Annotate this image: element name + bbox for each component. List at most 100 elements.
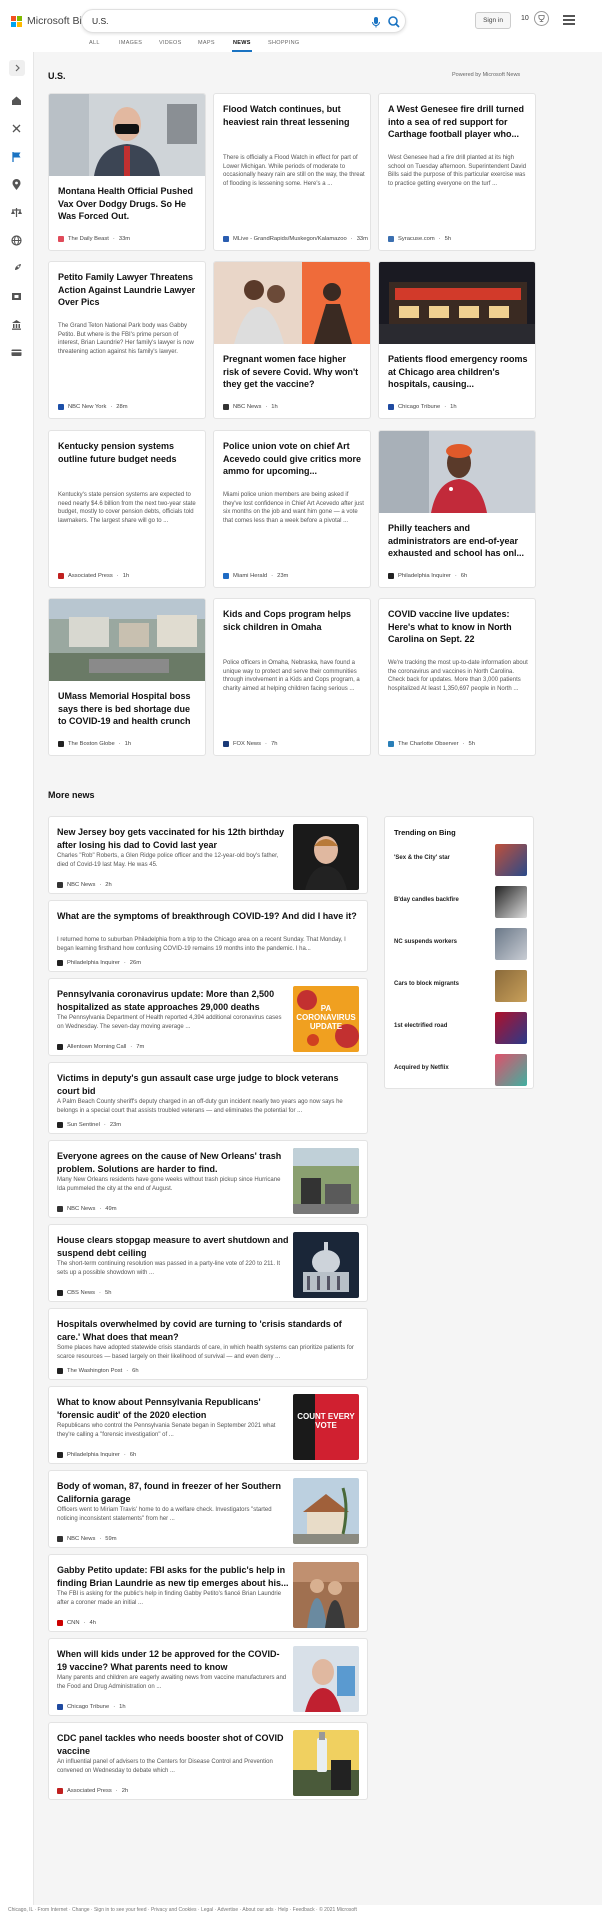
more-news-item[interactable]: What to know about Pennsylvania Republic… [48,1386,368,1464]
news-card-title[interactable]: Pregnant women face higher risk of sever… [223,353,363,391]
more-news-thumbnail[interactable] [293,1148,359,1214]
globe-icon[interactable] [10,234,23,247]
more-news-thumbnail[interactable] [293,1646,359,1712]
news-card[interactable]: Petito Family Lawyer Threatens Action Ag… [48,261,206,419]
news-card-title[interactable]: Kentucky pension systems outline future … [58,440,198,465]
more-news-source[interactable]: Associated Press · 2h [57,1788,128,1794]
more-news-title[interactable]: Gabby Petito update: FBI asks for the pu… [57,1564,289,1589]
scope-maps[interactable]: MAPS [198,40,215,46]
more-news-source[interactable]: NBC News · 49m [57,1206,117,1212]
trending-thumbnail[interactable] [495,970,527,1002]
flag-icon[interactable] [10,150,23,163]
news-card-image[interactable] [379,431,535,513]
more-news-source[interactable]: CNN · 4h [57,1620,96,1626]
news-card-source[interactable]: FOX News · 7h [223,741,277,747]
news-card-title[interactable]: Philly teachers and administrators are e… [388,522,528,560]
search-box[interactable]: U.S. [81,9,406,33]
search-input[interactable]: U.S. [92,16,109,26]
news-card-title[interactable]: COVID vaccine live updates: Here's what … [388,608,528,646]
more-news-source[interactable]: Philadelphia Inquirer · 6h [57,1452,136,1458]
more-news-source[interactable]: Chicago Tribune · 1h [57,1704,126,1710]
more-news-source[interactable]: Philadelphia Inquirer · 26m [57,960,141,966]
trending-label[interactable]: 1st electrified road [394,1023,447,1029]
news-card-source[interactable]: Syracuse.com · 5h [388,236,451,242]
more-news-title[interactable]: What to know about Pennsylvania Republic… [57,1396,289,1421]
more-news-title[interactable]: Hospitals overwhelmed by covid are turni… [57,1318,359,1343]
rocket-icon[interactable] [10,262,23,275]
more-news-source[interactable]: Allentown Morning Call · 7m [57,1044,144,1050]
trending-thumbnail[interactable] [495,928,527,960]
scope-images[interactable]: IMAGES [119,40,142,46]
more-news-item[interactable]: CDC panel tackles who needs booster shot… [48,1722,368,1800]
news-card-title[interactable]: Patients flood emergency rooms at Chicag… [388,353,528,391]
news-card-title[interactable]: Flood Watch continues, but heaviest rain… [223,103,363,128]
scope-all[interactable]: ALL [89,40,100,46]
more-news-item[interactable]: Everyone agrees on the cause of New Orle… [48,1140,368,1218]
more-news-item[interactable]: Gabby Petito update: FBI asks for the pu… [48,1554,368,1632]
news-card-image[interactable] [49,599,205,681]
more-news-thumbnail[interactable] [293,1730,359,1796]
news-card-source[interactable]: Philadelphia Inquirer · 6h [388,573,467,579]
trending-item[interactable]: 1st electrified road [385,1012,535,1045]
trending-label[interactable]: Acquired by Netflix [394,1065,449,1071]
trending-thumbnail[interactable] [495,1012,527,1044]
news-card[interactable]: Patients flood emergency rooms at Chicag… [378,261,536,419]
scope-news[interactable]: NEWS [233,40,251,46]
trending-item[interactable]: B'day candles backfire [385,886,535,919]
trending-item[interactable]: 'Sex & the City' star [385,844,535,877]
news-card-source[interactable]: The Charlotte Observer · 5h [388,741,475,747]
home-icon[interactable] [10,94,23,107]
news-card-title[interactable]: Kids and Cops program helps sick childre… [223,608,363,633]
news-card-source[interactable]: NBC New York · 28m [58,404,128,410]
news-card-title[interactable]: UMass Memorial Hospital boss says there … [58,690,198,728]
news-card-image[interactable] [214,262,370,344]
trending-label[interactable]: Cars to block migrants [394,981,459,987]
more-news-thumbnail[interactable]: COUNT EVERY VOTE [293,1394,359,1460]
bank-icon[interactable] [10,318,23,331]
more-news-thumbnail[interactable] [293,1232,359,1298]
news-card-title[interactable]: Police union vote on chief Art Acevedo c… [223,440,363,478]
news-card-source[interactable]: MLive - GrandRapids/Muskegon/Kalamazoo · 3… [223,236,368,242]
trending-label[interactable]: 'Sex & the City' star [394,855,450,861]
trending-thumbnail[interactable] [495,886,527,918]
news-card-image[interactable] [49,94,205,176]
news-card-source[interactable]: Chicago Tribune · 1h [388,404,457,410]
more-news-item[interactable]: When will kids under 12 be approved for … [48,1638,368,1716]
microphone-icon[interactable] [369,15,383,29]
news-card-source[interactable]: The Daily Beast · 33m [58,236,130,242]
more-news-title[interactable]: What are the symptoms of breakthrough CO… [57,910,359,923]
news-card[interactable]: Police union vote on chief Art Acevedo c… [213,430,371,588]
news-card-source[interactable]: Associated Press · 1h [58,573,129,579]
news-card-title[interactable]: Petito Family Lawyer Threatens Action Ag… [58,271,198,309]
news-card-title[interactable]: Montana Health Official Pushed Vax Over … [58,185,198,223]
news-card[interactable]: A West Genesee fire drill turned into a … [378,93,536,251]
news-card[interactable]: Kids and Cops program helps sick childre… [213,598,371,756]
scale-icon[interactable] [10,206,23,219]
more-news-title[interactable]: Body of woman, 87, found in freezer of h… [57,1480,289,1505]
card-icon[interactable] [10,346,23,359]
more-news-item[interactable]: House clears stopgap measure to avert sh… [48,1224,368,1302]
more-news-item[interactable]: Victims in deputy's gun assault case urg… [48,1062,368,1134]
more-news-title[interactable]: New Jersey boy gets vaccinated for his 1… [57,826,289,851]
news-card[interactable]: Philly teachers and administrators are e… [378,430,536,588]
more-news-source[interactable]: NBC News · 59m [57,1536,117,1542]
more-news-source[interactable]: Sun Sentinel · 23m [57,1122,121,1128]
news-card-image[interactable] [379,262,535,344]
news-card[interactable]: Flood Watch continues, but heaviest rain… [213,93,371,251]
more-news-thumbnail[interactable] [293,1478,359,1544]
more-news-source[interactable]: The Washington Post · 6h [57,1368,139,1374]
more-news-title[interactable]: Everyone agrees on the cause of New Orle… [57,1150,289,1175]
news-card[interactable]: Montana Health Official Pushed Vax Over … [48,93,206,251]
more-news-item[interactable]: New Jersey boy gets vaccinated for his 1… [48,816,368,894]
news-card-source[interactable]: NBC News · 1h [223,404,278,410]
news-card-source[interactable]: The Boston Globe · 1h [58,741,131,747]
rewards-trophy-icon[interactable] [534,11,549,26]
more-news-thumbnail[interactable] [293,1562,359,1628]
scope-videos[interactable]: VIDEOS [159,40,182,46]
more-news-title[interactable]: CDC panel tackles who needs booster shot… [57,1732,289,1757]
trending-thumbnail[interactable] [495,1054,527,1086]
news-card[interactable]: Kentucky pension systems outline future … [48,430,206,588]
more-news-title[interactable]: House clears stopgap measure to avert sh… [57,1234,289,1259]
more-news-title[interactable]: When will kids under 12 be approved for … [57,1648,289,1673]
news-card-title[interactable]: A West Genesee fire drill turned into a … [388,103,528,141]
